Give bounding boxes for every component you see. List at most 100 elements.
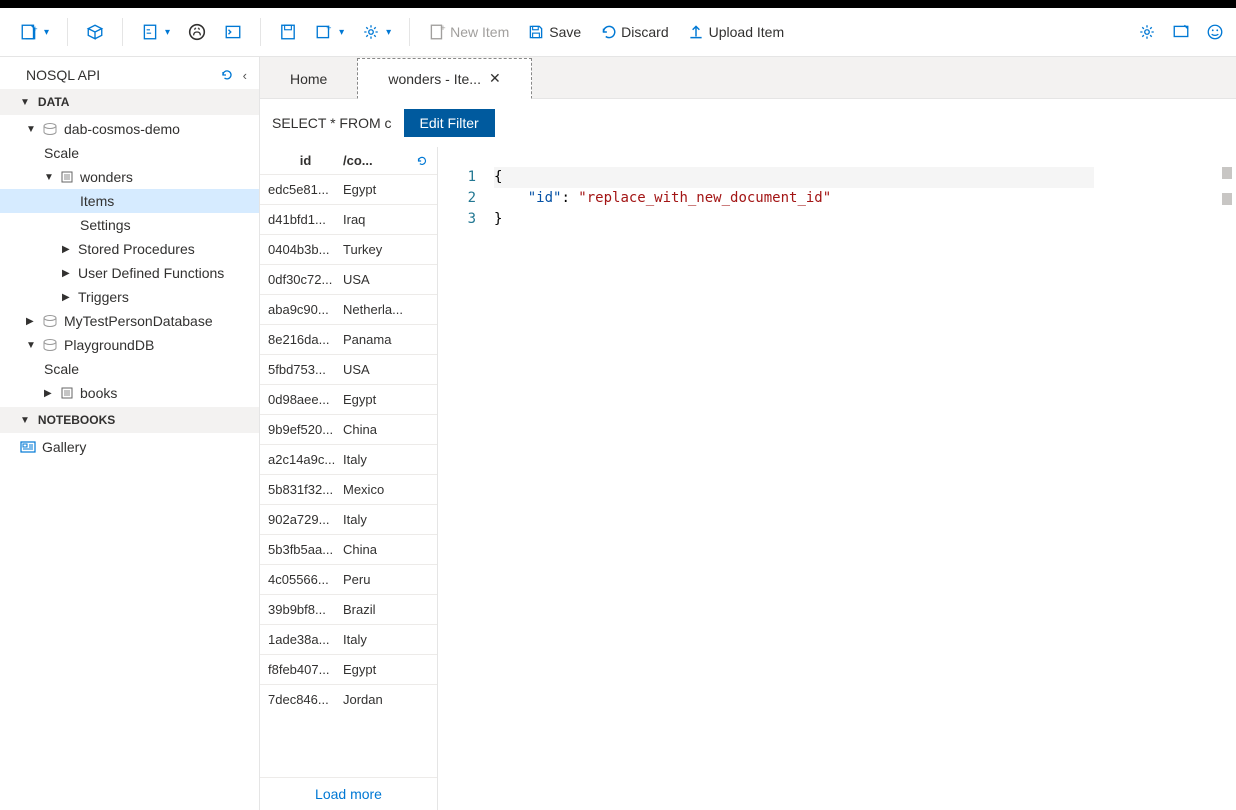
chevron-down-icon: ▼ <box>20 415 30 426</box>
database-playgrounddb[interactable]: ▼PlaygroundDB <box>0 333 259 357</box>
collapse-icon[interactable]: ‹ <box>243 68 247 83</box>
column-country[interactable]: /co... <box>343 153 415 168</box>
container-books[interactable]: ▶books <box>0 381 259 405</box>
item-row[interactable]: 902a729...Italy <box>260 504 437 534</box>
item-id: 5fbd753... <box>268 362 343 377</box>
item-row[interactable]: 5b831f32...Mexico <box>260 474 437 504</box>
database-mytestpersondatabase[interactable]: ▶MyTestPersonDatabase <box>0 309 259 333</box>
database-icon <box>42 122 58 136</box>
item-id: 4c05566... <box>268 572 343 587</box>
item-row[interactable]: aba9c90...Netherla... <box>260 294 437 324</box>
item-id: f8feb407... <box>268 662 343 677</box>
item-row[interactable]: 9b9ef520...China <box>260 414 437 444</box>
terminal-button[interactable] <box>216 19 250 45</box>
item-country: Egypt <box>343 392 429 407</box>
item-country: Netherla... <box>343 302 429 317</box>
database-dab-cosmos-demo[interactable]: ▼dab-cosmos-demo <box>0 117 259 141</box>
scrollbar-thumb[interactable] <box>1222 193 1232 205</box>
settings-dropdown-button[interactable]: ▾ <box>354 19 399 45</box>
refresh-icon[interactable] <box>219 67 235 83</box>
item-row[interactable]: 4c05566...Peru <box>260 564 437 594</box>
item-country: Peru <box>343 572 429 587</box>
item-country: Egypt <box>343 662 429 677</box>
separator <box>67 18 68 46</box>
chevron-right-icon: ▶ <box>44 388 56 399</box>
save-button[interactable]: Save <box>519 19 589 45</box>
item-id: aba9c90... <box>268 302 343 317</box>
tab-home[interactable]: Home <box>260 60 357 98</box>
item-id: 9b9ef520... <box>268 422 343 437</box>
item-row[interactable]: 5b3fb5aa...China <box>260 534 437 564</box>
chevron-down-icon: ▾ <box>44 27 49 38</box>
discard-button[interactable]: Discard <box>591 19 676 45</box>
save-icon <box>527 23 545 41</box>
save-query-button[interactable] <box>271 19 305 45</box>
separator <box>122 18 123 46</box>
query-text: SELECT * FROM c <box>272 115 392 131</box>
item-country: Brazil <box>343 602 429 617</box>
load-more-link[interactable]: Load more <box>260 777 437 810</box>
smile-icon[interactable] <box>1206 23 1224 41</box>
item-row[interactable]: 5fbd753...USA <box>260 354 437 384</box>
code-content[interactable]: { "id": "replace_with_new_document_id" } <box>494 167 1094 230</box>
new-item-button[interactable]: + New Item <box>420 19 517 45</box>
settings-icon[interactable] <box>1138 23 1156 41</box>
container-icon <box>60 170 74 184</box>
item-country: Iraq <box>343 212 429 227</box>
tree-scale[interactable]: Scale <box>0 357 259 381</box>
item-row[interactable]: 0d98aee...Egypt <box>260 384 437 414</box>
edit-filter-button[interactable]: Edit Filter <box>404 109 495 137</box>
item-country: Panama <box>343 332 429 347</box>
tree-triggers[interactable]: ▶Triggers <box>0 285 259 309</box>
json-editor[interactable]: 1 2 3 { "id": "replace_with_new_document… <box>438 147 1236 810</box>
item-id: 0d98aee... <box>268 392 343 407</box>
github-button[interactable] <box>180 19 214 45</box>
upload-label: Upload Item <box>709 24 784 40</box>
item-row[interactable]: a2c14a9c...Italy <box>260 444 437 474</box>
gallery-icon <box>20 440 36 454</box>
upload-item-button[interactable]: Upload Item <box>679 19 792 45</box>
tree-items[interactable]: Items <box>0 189 259 213</box>
item-row[interactable]: 39b9bf8...Brazil <box>260 594 437 624</box>
new-sql-button[interactable]: +▾ <box>307 19 352 45</box>
item-id: 5b831f32... <box>268 482 343 497</box>
item-row[interactable]: 7dec846...Jordan <box>260 684 437 714</box>
separator <box>260 18 261 46</box>
chevron-right-icon: ▶ <box>26 316 38 327</box>
item-list: id /co... edc5e81...Egyptd41bfd1...Iraq0… <box>260 147 438 810</box>
section-data[interactable]: ▼DATA <box>0 89 259 115</box>
new-item-label: New Item <box>450 24 509 40</box>
feedback-icon[interactable] <box>1172 23 1190 41</box>
tree-udf[interactable]: ▶User Defined Functions <box>0 261 259 285</box>
container-wonders[interactable]: ▼wonders <box>0 165 259 189</box>
item-id: 0404b3b... <box>268 242 343 257</box>
item-row[interactable]: 0404b3b...Turkey <box>260 234 437 264</box>
item-id: 0df30c72... <box>268 272 343 287</box>
item-row[interactable]: edc5e81...Egypt <box>260 174 437 204</box>
svg-text:+: + <box>441 23 446 33</box>
cube-button[interactable] <box>78 19 112 45</box>
item-id: edc5e81... <box>268 182 343 197</box>
item-row[interactable]: 0df30c72...USA <box>260 264 437 294</box>
item-row[interactable]: d41bfd1...Iraq <box>260 204 437 234</box>
section-notebooks[interactable]: ▼NOTEBOOKS <box>0 407 259 433</box>
tab-wonders-items[interactable]: wonders - Ite...✕ <box>357 58 531 99</box>
tree-stored-procedures[interactable]: ▶Stored Procedures <box>0 237 259 261</box>
tree-scale[interactable]: Scale <box>0 141 259 165</box>
refresh-icon[interactable] <box>415 154 429 168</box>
tree-settings[interactable]: Settings <box>0 213 259 237</box>
chevron-down-icon: ▾ <box>386 27 391 38</box>
item-country: Jordan <box>343 692 429 707</box>
scrollbar-thumb[interactable] <box>1222 167 1232 179</box>
item-row[interactable]: 1ade38a...Italy <box>260 624 437 654</box>
close-icon[interactable]: ✕ <box>489 70 501 87</box>
item-country: USA <box>343 272 429 287</box>
new-database-button[interactable]: +▾ <box>12 19 57 45</box>
item-row[interactable]: f8feb407...Egypt <box>260 654 437 684</box>
chevron-down-icon: ▾ <box>339 27 344 38</box>
column-id[interactable]: id <box>268 153 343 168</box>
item-row[interactable]: 8e216da...Panama <box>260 324 437 354</box>
sidebar-title: NOSQL API <box>26 67 100 83</box>
gallery-link[interactable]: Gallery <box>0 433 259 461</box>
open-query-button[interactable]: ▾ <box>133 19 178 45</box>
